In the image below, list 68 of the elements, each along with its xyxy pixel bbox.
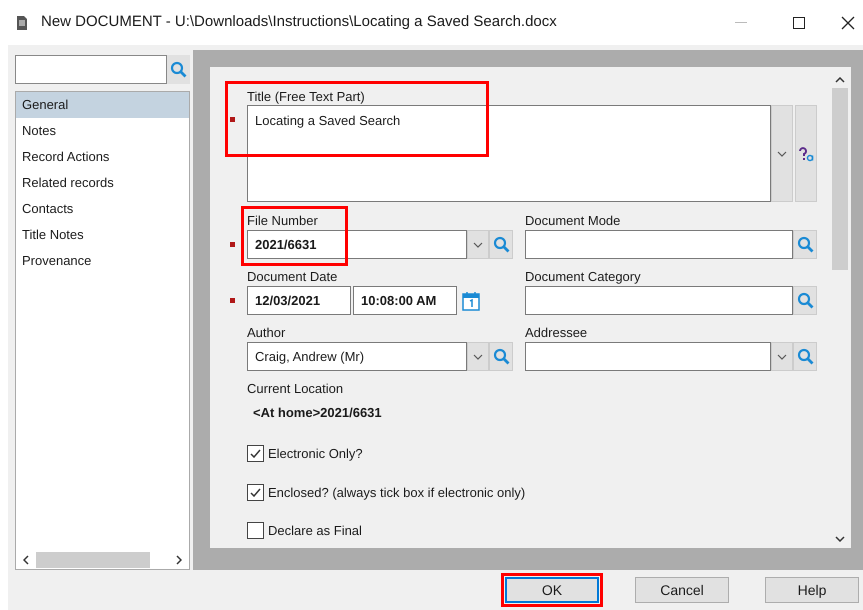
search-icon [170,61,187,78]
section-item[interactable]: Record Actions [16,144,189,170]
close-icon[interactable] [841,16,855,30]
checkbox[interactable] [247,484,264,501]
dialog-button[interactable]: Help [765,577,859,603]
field-label: File Number [247,212,318,230]
search-button[interactable] [793,342,817,371]
scroll-right-icon[interactable] [176,555,182,565]
input-field[interactable]: 2021/6631 [247,230,467,259]
window-title: New DOCUMENT - U:\Downloads\Instructions\Locating a Saved Search.docx [41,12,557,32]
checkbox-label: Electronic Only? [268,445,363,463]
search-icon [492,348,510,365]
location-value: <At home>2021/6631 [252,404,383,422]
field-label: Document Date [247,268,338,286]
chevron-down-icon [473,242,483,248]
section-item[interactable]: General [16,92,189,118]
calendar-icon [462,290,480,310]
search-icon [796,348,814,365]
field-label: Document Mode [525,212,620,230]
input-field[interactable] [525,230,793,259]
input-field[interactable] [525,286,793,315]
field-label: Title (Free Text Part) [247,89,365,104]
scroll-down-icon[interactable] [835,536,845,542]
section-item[interactable]: Notes [16,118,189,144]
dropdown-button[interactable] [771,342,793,371]
field-label: Addressee [525,324,588,342]
chevron-down-icon [777,354,787,360]
search-icon [796,236,814,253]
section-item[interactable]: Contacts [16,196,189,222]
checkbox-label: Enclosed? (always tick box if electronic only) [268,484,526,502]
checkbox[interactable] [247,522,264,540]
scroll-up-icon[interactable] [835,77,845,83]
scroll-thumb[interactable] [36,552,150,568]
dropdown-button[interactable] [467,342,489,371]
dropdown-button[interactable] [467,230,489,259]
checkbox-label: Declare as Final [268,522,362,540]
dialog-button[interactable]: OK [505,577,599,603]
scroll-thumb[interactable] [832,88,848,270]
checkmark-icon [249,486,262,499]
scroll-left-icon[interactable] [23,555,29,565]
checkbox[interactable] [247,445,264,462]
search-button[interactable] [489,230,513,259]
vertical-scrollbar[interactable] [829,67,851,548]
search-button[interactable] [167,55,190,84]
search-field[interactable] [15,55,167,84]
dialog-button[interactable]: Cancel [635,577,729,603]
checkmark-icon [249,447,262,460]
search-icon [796,292,814,309]
chevron-down-icon [473,354,483,360]
search-button[interactable] [489,342,513,371]
help-icon [798,146,814,162]
chevron-down-icon [777,150,787,156]
input-field[interactable]: 10:08:00 AM [353,286,457,315]
input-field[interactable]: 12/03/2021 [247,286,351,315]
input-field[interactable] [525,342,771,371]
search-button[interactable] [793,230,817,259]
input-field[interactable]: Craig, Andrew (Mr) [247,342,467,371]
field-label: Document Category [525,268,641,286]
document-icon [16,16,28,30]
section-item[interactable]: Provenance [16,248,189,274]
field-label: Current Location [247,380,344,398]
field-label: Author [247,324,286,342]
section-item[interactable]: Title Notes [16,222,189,248]
search-button[interactable] [793,286,817,315]
title-help-button[interactable] [795,105,817,202]
text-area[interactable]: Locating a Saved Search [247,105,771,202]
search-icon [492,236,510,253]
section-item[interactable]: Related records [16,170,189,196]
